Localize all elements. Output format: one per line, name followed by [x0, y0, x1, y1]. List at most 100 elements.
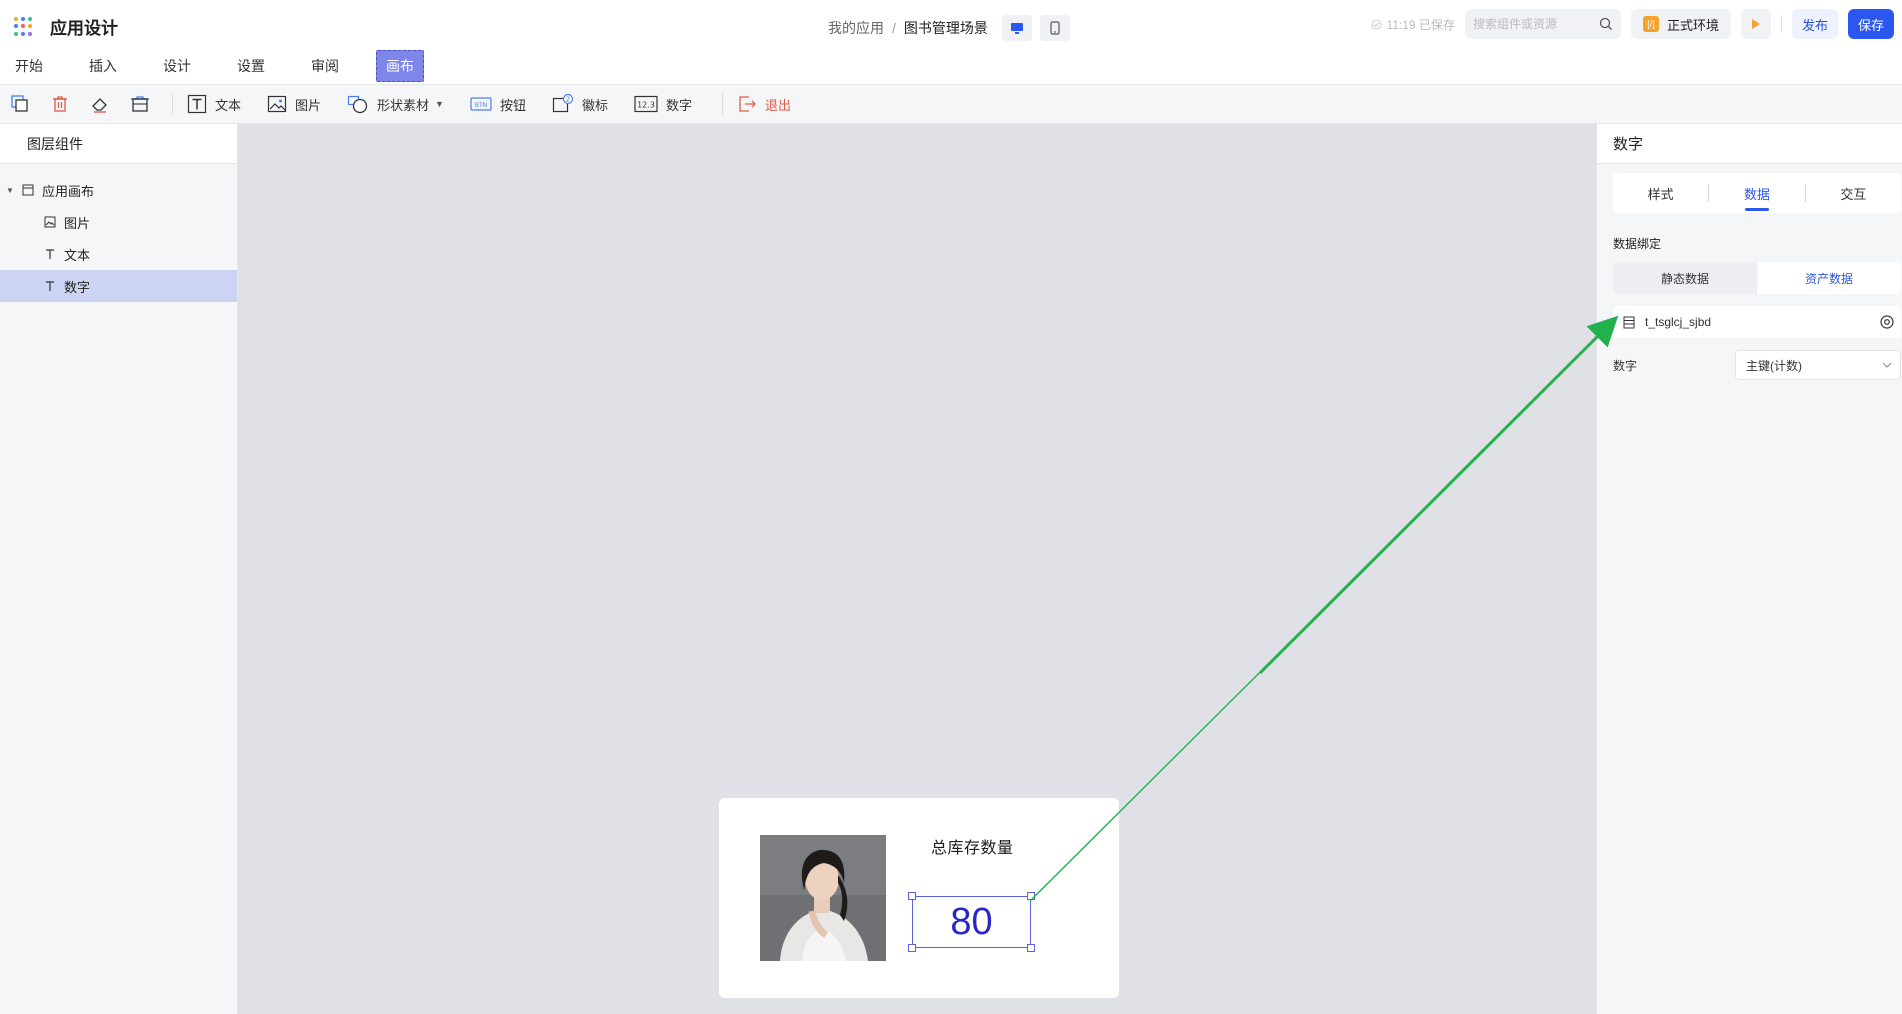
menu-start[interactable]: 开始 [0, 49, 66, 83]
exit-canvas-button[interactable]: 退出 [737, 94, 791, 114]
card-title[interactable]: 总库存数量 [931, 834, 1014, 858]
insert-number-button[interactable]: 12.3 数字 [634, 95, 692, 114]
insert-badge-button[interactable]: 2 徽标 [552, 94, 608, 114]
delete-button[interactable] [48, 92, 72, 116]
search-icon[interactable] [1599, 17, 1613, 31]
insert-number-label: 数字 [666, 97, 693, 113]
expand-caret-icon[interactable]: ▼ [6, 186, 14, 195]
saved-check-icon [1371, 19, 1382, 29]
database-table-icon [1623, 316, 1635, 328]
eraser-icon [92, 98, 107, 113]
tab-style[interactable]: 样式 [1613, 173, 1708, 213]
header-divider [1780, 15, 1782, 33]
saved-status: 11:19 已保存 [1371, 16, 1455, 33]
card-image[interactable] [760, 835, 886, 961]
number-field-select[interactable]: 主键(计数) [1735, 350, 1901, 380]
save-button[interactable]: 保存 [1847, 9, 1894, 39]
datasource-name: t_tsglcj_sjbd [1645, 315, 1712, 329]
toolbar-divider-2 [722, 93, 724, 115]
tab-interaction[interactable]: 交互 [1806, 173, 1901, 213]
phone-icon [1050, 21, 1060, 35]
chevron-down-icon [1882, 362, 1892, 368]
desktop-view-button[interactable] [1001, 15, 1032, 41]
top-bar: 应用设计 我的应用 / 图书管理场景 11:19 已保存 [/] 正式环境 发布 [0, 0, 1902, 84]
saved-status-text: 11:19 已保存 [1386, 17, 1455, 32]
asset-data-option[interactable]: 资产数据 [1757, 262, 1901, 294]
app-title: 应用设计 [50, 19, 118, 38]
insert-text-label: 文本 [215, 97, 242, 113]
layer-text-label: 文本 [64, 247, 91, 263]
menu-review[interactable]: 审阅 [288, 49, 362, 83]
resize-handle-bl[interactable] [908, 944, 916, 952]
tab-data[interactable]: 数据 [1709, 173, 1804, 213]
layer-root-label: 应用画布 [42, 183, 95, 199]
layers-panel: 图层组件 ▼ 应用画布 图片 文本 数字 [0, 124, 238, 1014]
environment-icon: [/] [1642, 16, 1659, 32]
layer-root[interactable]: ▼ 应用画布 [0, 174, 237, 206]
insert-text-button[interactable]: 文本 [187, 94, 241, 114]
main-menu: 开始 插入 设计 设置 审阅 画布 [0, 48, 424, 84]
trash-icon [53, 96, 67, 112]
clear-all-button[interactable] [128, 92, 152, 116]
run-button[interactable] [1740, 9, 1771, 39]
breadcrumb-separator: / [892, 20, 896, 36]
stat-card[interactable]: 总库存数量 80 [719, 798, 1119, 998]
properties-title: 数字 [1597, 124, 1902, 164]
resize-handle-tl[interactable] [908, 892, 916, 900]
monitor-icon [1010, 22, 1023, 34]
menu-insert[interactable]: 插入 [66, 49, 140, 83]
insert-button-label: 按钮 [499, 97, 526, 113]
exit-icon [739, 96, 756, 112]
breadcrumb: 我的应用 / 图书管理场景 [828, 15, 1070, 41]
data-source-toggle: 静态数据 资产数据 [1613, 262, 1901, 294]
canvas-toolbar: 文本 图片 形状素材 ▼ BTN 按钮 2 徽标 12.3 数字 退出 [0, 84, 1902, 124]
copy-icon [11, 95, 28, 112]
mobile-view-button[interactable] [1039, 15, 1070, 41]
shape-icon [347, 95, 368, 114]
menu-canvas[interactable]: 画布 [376, 50, 424, 82]
environment-selector[interactable]: [/] 正式环境 [1630, 9, 1731, 39]
breadcrumb-root[interactable]: 我的应用 [828, 18, 884, 38]
svg-text:BTN: BTN [475, 102, 487, 109]
menu-settings[interactable]: 设置 [214, 49, 288, 83]
layer-image-label: 图片 [64, 215, 91, 231]
insert-image-button[interactable]: 图片 [267, 94, 321, 114]
clear-canvas-icon [131, 96, 149, 112]
layers-panel-title: 图层组件 [0, 124, 237, 164]
insert-button-button[interactable]: BTN 按钮 [470, 95, 526, 114]
layer-number-label: 数字 [64, 279, 91, 295]
shape-dropdown-caret-icon: ▼ [435, 99, 444, 109]
layer-number[interactable]: 数字 [0, 270, 237, 302]
badge-icon: 2 [552, 94, 574, 113]
settings-gear-icon[interactable] [1879, 314, 1895, 330]
number-component[interactable]: 80 [912, 896, 1031, 948]
toolbar-divider [172, 93, 173, 115]
design-canvas[interactable]: 总库存数量 80 [239, 124, 1596, 1014]
static-data-option[interactable]: 静态数据 [1613, 262, 1757, 294]
layer-tree: ▼ 应用画布 图片 文本 数字 [0, 164, 237, 302]
environment-label: 正式环境 [1666, 17, 1719, 33]
resize-handle-br[interactable] [1027, 944, 1035, 952]
layer-text[interactable]: 文本 [0, 238, 237, 270]
publish-button[interactable]: 发布 [1791, 9, 1838, 39]
search-input[interactable] [1472, 17, 1591, 31]
number-layer-icon [46, 281, 54, 291]
insert-shape-button[interactable]: 形状素材 ▼ [347, 94, 444, 114]
insert-image-label: 图片 [295, 97, 322, 113]
layer-image[interactable]: 图片 [0, 206, 237, 238]
insert-badge-label: 徽标 [581, 97, 608, 113]
image-layer-icon [44, 216, 56, 228]
eraser-button[interactable] [88, 92, 112, 116]
resize-handle-tr[interactable] [1027, 892, 1035, 900]
copy-button[interactable] [8, 92, 32, 116]
datasource-row[interactable]: t_tsglcj_sjbd [1613, 306, 1901, 338]
breadcrumb-current: 图书管理场景 [903, 20, 988, 36]
exit-label: 退出 [765, 97, 792, 113]
menu-design[interactable]: 设计 [140, 49, 214, 83]
play-icon [1751, 19, 1760, 29]
insert-shape-label: 形状素材 [377, 97, 430, 113]
properties-tabs: 样式 数据 交互 [1613, 173, 1901, 213]
number-icon: 12.3 [634, 95, 658, 113]
app-grid-icon[interactable] [14, 16, 34, 37]
text-layer-icon [46, 249, 54, 259]
